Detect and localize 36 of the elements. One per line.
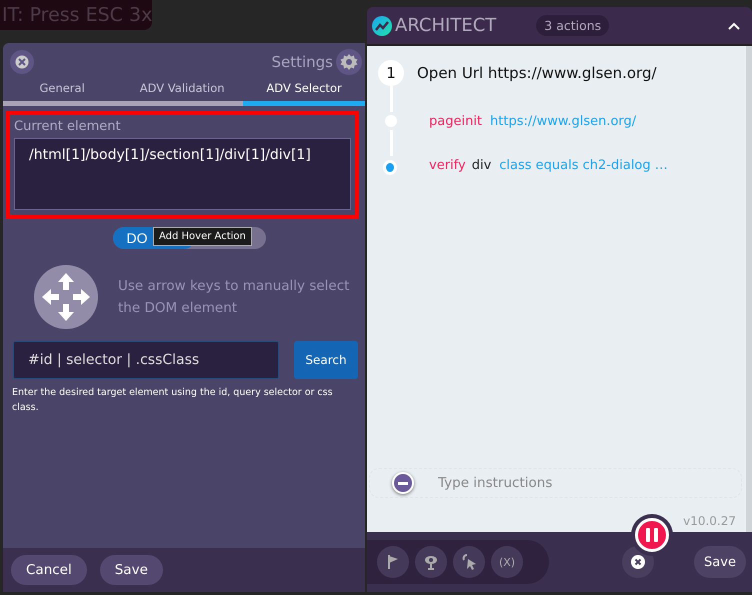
search-help-text: Enter the desired target element using the id, query selector or css class. [12,386,334,415]
arrow-keys-hint: Use arrow keys to manually select the DOM element [118,277,350,318]
settings-icon[interactable] [336,49,362,75]
step-title: Open Url https://www.glsen.org/ [417,63,657,84]
arrow-keys-icon [34,265,98,329]
close-icon[interactable] [10,50,34,74]
app-title: ARCHITECT [395,15,496,36]
action-count-badge: 3 actions [536,15,610,36]
chevron-up-icon[interactable] [728,22,740,30]
tooltip: Add Hover Action [153,227,252,246]
action-detail: https://www.glsen.org/ [490,114,636,128]
save-button[interactable]: Save [694,546,746,578]
xpath-field[interactable]: /html[1]/body[1]/section[1]/div[1]/div[1] [14,138,351,210]
settings-title: Settings [271,53,333,71]
logo-icon [372,16,392,36]
selector-search-field[interactable]: #id | selector | .cssClass [13,341,279,379]
footer-button[interactable]: Cancel [11,555,87,585]
tab[interactable]: ADV Validation [121,77,244,106]
instructions-bar[interactable]: Type instructions [369,468,742,498]
variable-button[interactable]: (X) [491,546,523,578]
eye-icon[interactable] [415,546,447,578]
search-button[interactable]: Search [294,341,358,379]
version-label: v10.0.27 [683,514,736,528]
tab[interactable]: General [3,77,122,106]
footer-button[interactable]: Save [100,555,163,585]
action-target: div [472,158,492,172]
instructions-field[interactable]: Type instructions [436,474,611,492]
pointer-icon[interactable] [453,546,485,578]
action-detail: class equals ch2-dialog … [499,158,668,172]
minus-icon[interactable] [392,472,414,494]
action-verb: pageinit [429,114,482,128]
pause-icon [646,528,658,542]
action-verb: verify [429,158,466,172]
flag-icon[interactable] [377,546,409,578]
current-element-label: Current element [14,119,122,134]
step-number: 1 [378,60,404,86]
